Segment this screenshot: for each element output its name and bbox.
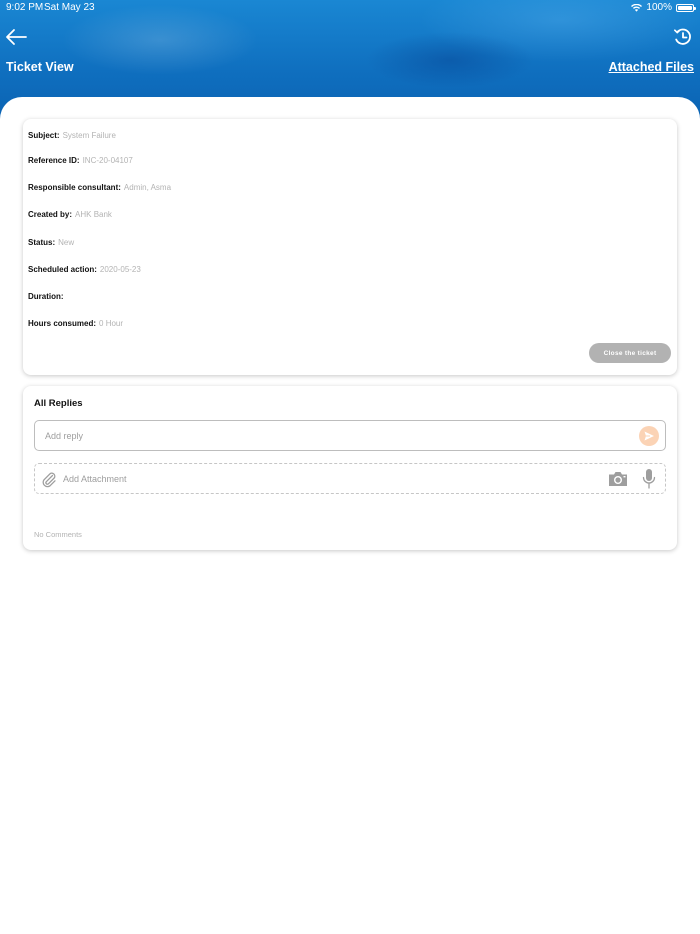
field-label: Scheduled action:	[28, 265, 97, 274]
field-value: 0 Hour	[99, 319, 124, 328]
camera-icon	[609, 472, 627, 486]
attachment-label: Add Attachment	[63, 474, 127, 484]
field-label: Responsible consultant:	[28, 183, 121, 192]
field-created-by: Created by: AHK Bank	[28, 210, 112, 219]
status-time: 9:02 PM	[6, 2, 44, 13]
field-label: Duration:	[28, 292, 64, 301]
field-reference-id: Reference ID: INC-20-04107	[28, 156, 133, 165]
wifi-icon	[631, 4, 643, 12]
field-label: Reference ID:	[28, 156, 80, 165]
field-label: Created by:	[28, 210, 73, 219]
field-label: Status:	[28, 238, 56, 247]
field-scheduled-action: Scheduled action: 2020-05-23	[28, 265, 141, 274]
field-value: AHK Bank	[75, 210, 112, 219]
arrow-left-icon	[6, 29, 27, 45]
no-comments-text: No Comments	[34, 530, 82, 539]
field-subject: Subject: System Failure	[28, 131, 116, 140]
send-button[interactable]	[639, 426, 659, 446]
field-label: Subject:	[28, 131, 60, 140]
send-icon	[644, 431, 654, 441]
status-bar: 9:02 PM Sat May 23 100%	[0, 0, 700, 16]
battery-icon	[676, 4, 696, 12]
field-status: Status: New	[28, 238, 74, 247]
field-value: System Failure	[62, 131, 116, 140]
attached-files-link[interactable]: Attached Files	[609, 60, 694, 74]
status-right: 100%	[631, 1, 696, 15]
paperclip-icon[interactable]	[40, 470, 58, 488]
field-value: INC-20-04107	[82, 156, 133, 165]
attachment-field[interactable]: Add Attachment	[34, 463, 666, 494]
back-button[interactable]	[4, 26, 30, 48]
camera-button[interactable]	[607, 470, 629, 488]
field-value: New	[58, 238, 75, 247]
microphone-icon	[642, 469, 656, 489]
replies-title: All Replies	[34, 398, 83, 409]
field-label: Hours consumed:	[28, 319, 97, 328]
field-value: 2020-05-23	[99, 265, 141, 274]
clock-history-icon	[674, 28, 691, 45]
reply-field	[34, 420, 666, 451]
microphone-button[interactable]	[641, 468, 657, 490]
history-button[interactable]	[672, 26, 694, 48]
battery-percent: 100%	[646, 2, 672, 13]
field-duration: Duration:	[28, 292, 67, 301]
close-ticket-button[interactable]: Close the ticket	[589, 343, 671, 363]
replies-card: All Replies Add Attachment	[23, 386, 677, 550]
field-hours-consumed: Hours consumed: 0 Hour	[28, 319, 123, 328]
reply-input[interactable]	[45, 428, 625, 444]
field-responsible-consultant: Responsible consultant: Admin, Asma	[28, 183, 171, 192]
status-date: Sat May 23	[44, 2, 95, 13]
page-title: Ticket View	[6, 60, 74, 74]
ticket-details-card: Subject: System Failure Reference ID: INC-…	[23, 119, 677, 375]
field-value: Admin, Asma	[123, 183, 172, 192]
